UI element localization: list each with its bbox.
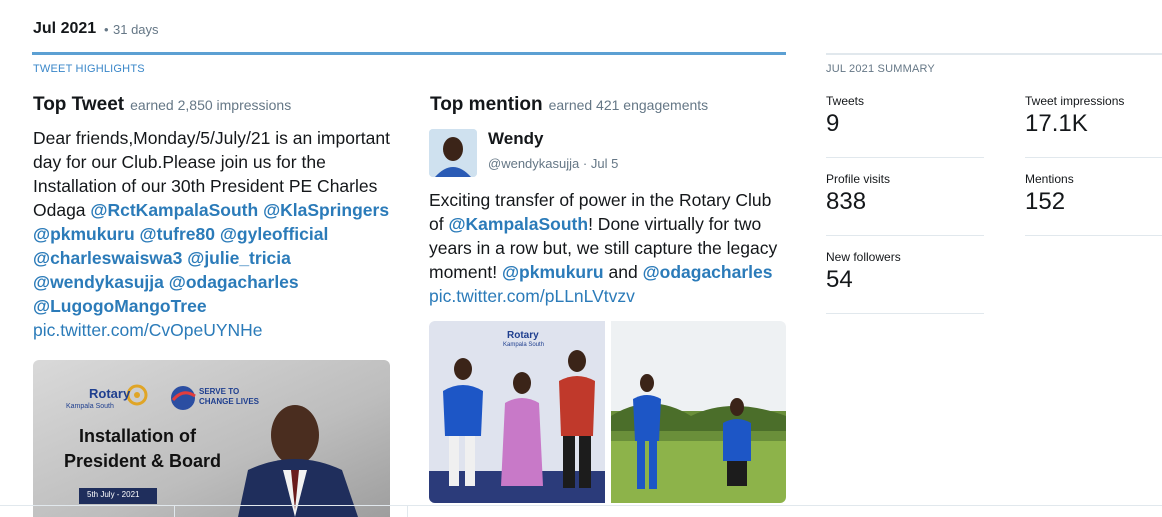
- dot-separator: ·: [582, 156, 588, 171]
- stat-mentions: Mentions 152: [1025, 172, 1162, 216]
- summary-label: JUL 2021 SUMMARY: [826, 63, 935, 75]
- image-date: 5th July - 2021: [87, 490, 140, 499]
- top-mention-title: Top mention: [430, 94, 543, 115]
- stat-label: Tweet impressions: [1025, 94, 1125, 108]
- stat-value: 54: [826, 266, 853, 293]
- stat-label: Profile visits: [826, 172, 891, 186]
- mention-link[interactable]: @RctKampalaSouth: [90, 200, 258, 220]
- month-days: 31 days: [113, 22, 159, 37]
- stat-new-followers: New followers 54: [826, 250, 984, 294]
- pic-link[interactable]: pic.twitter.com/pLLnLVtvzv: [429, 286, 635, 306]
- top-mention-subtitle: earned 421 engagements: [548, 97, 709, 113]
- stat-tweets: Tweets 9: [826, 94, 984, 138]
- highlights-rule: [32, 52, 786, 55]
- tweet-date: Jul 5: [590, 156, 619, 171]
- stat-divider: [826, 235, 984, 236]
- image-logo-text: Rotary: [89, 386, 131, 401]
- author-name[interactable]: Wendy: [488, 129, 543, 149]
- image-slogan-2: CHANGE LIVES: [199, 397, 260, 406]
- mention-link[interactable]: @pkmukuru: [33, 224, 135, 244]
- mention-link[interactable]: @LugogoMangoTree: [33, 296, 207, 316]
- tick-mark: [174, 505, 175, 517]
- stat-tweet-impressions: Tweet impressions 17.1K: [1025, 94, 1162, 138]
- stat-label: New followers: [826, 250, 901, 264]
- mention-link[interactable]: @wendykasujja: [33, 272, 164, 292]
- mention-image-1[interactable]: Rotary Kampala South: [429, 321, 605, 503]
- stat-divider: [1025, 235, 1162, 236]
- mention-link[interactable]: @pkmukuru: [502, 262, 604, 282]
- mention-link[interactable]: @gyleofficial: [220, 224, 328, 244]
- top-tweet-card[interactable]: Top Tweet earned 2,850 impressions Dear f…: [33, 94, 393, 342]
- stat-label: Tweets: [826, 94, 865, 108]
- mention-image-2[interactable]: [611, 321, 786, 503]
- tick-mark: [407, 505, 408, 517]
- avatar[interactable]: [429, 129, 477, 177]
- stat-value: 9: [826, 110, 840, 137]
- stat-value: 838: [826, 188, 867, 215]
- top-tweet-heading: Top Tweet earned 2,850 impressions: [33, 94, 393, 116]
- stat-divider: [826, 313, 984, 314]
- mention-link[interactable]: @KlaSpringers: [263, 200, 389, 220]
- summary-rule: [826, 53, 1162, 55]
- author-handle-line: @wendykasujja · Jul 5: [488, 156, 618, 171]
- image-heading-2: President & Board: [64, 451, 222, 471]
- image-heading-1: Installation of: [79, 426, 196, 446]
- image-logo-sub: Kampala South: [66, 403, 114, 410]
- mention-link[interactable]: @odagacharles: [643, 262, 773, 282]
- stat-value: 152: [1025, 188, 1066, 215]
- mention-link[interactable]: @tufre80: [140, 224, 215, 244]
- top-mention-heading: Top mention earned 421 engagements: [430, 94, 790, 116]
- author-handle[interactable]: @wendykasujja: [488, 156, 579, 171]
- tweet-highlights-label: TWEET HIGHLIGHTS: [33, 63, 145, 75]
- banner-sub: Kampala South: [503, 342, 545, 348]
- stat-profile-visits: Profile visits 838: [826, 172, 984, 216]
- top-tweet-title: Top Tweet: [33, 94, 125, 115]
- mention-link[interactable]: @julie_tricia: [187, 248, 291, 268]
- stat-label: Mentions: [1025, 172, 1074, 186]
- top-tweet-text: Dear friends,Monday/5/July/21 is an impo…: [33, 126, 393, 342]
- month-separator: •: [104, 22, 109, 37]
- stat-value: 17.1K: [1025, 110, 1088, 137]
- mention-text-part: and: [608, 262, 638, 282]
- pic-link[interactable]: pic.twitter.com/CvOpeUYNHe: [33, 320, 263, 340]
- stat-divider: [826, 157, 984, 158]
- top-mention-text: Exciting transfer of power in the Rotary…: [429, 188, 789, 308]
- mention-link[interactable]: @charleswaiswa3: [33, 248, 182, 268]
- mention-link[interactable]: @KampalaSouth: [448, 214, 588, 234]
- month-title: Jul 2021: [33, 20, 97, 37]
- banner-text: Rotary: [507, 330, 539, 341]
- mention-link[interactable]: @odagacharles: [169, 272, 299, 292]
- top-tweet-subtitle: earned 2,850 impressions: [130, 97, 292, 113]
- image-slogan-1: SERVE TO: [199, 387, 240, 396]
- top-tweet-image[interactable]: Rotary Kampala South SERVE TO CHANGE LIV…: [33, 360, 390, 517]
- stat-divider: [1025, 157, 1162, 158]
